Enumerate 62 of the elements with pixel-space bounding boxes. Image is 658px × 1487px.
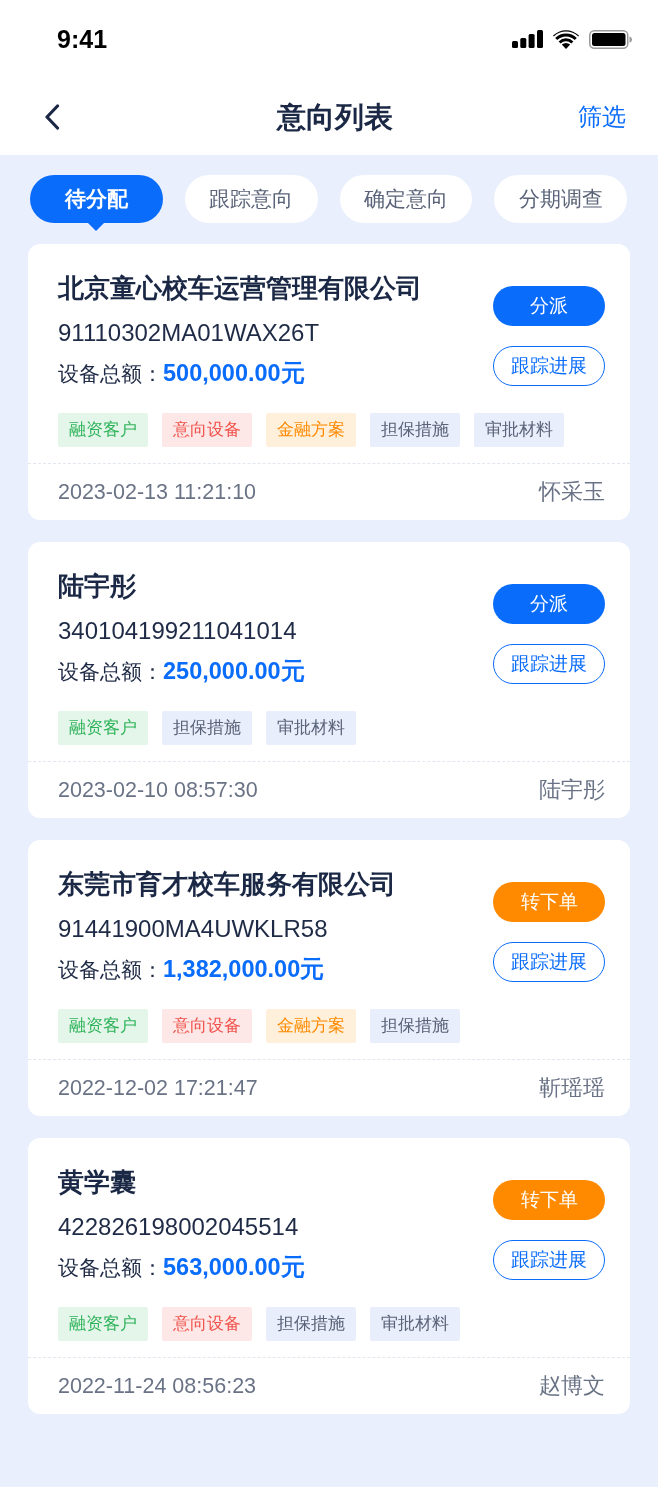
person-name: 怀采玉 — [539, 479, 605, 505]
intent-card[interactable]: 陆宇彤 340104199211041014 设备总额：250,000.00元 分派 跟踪进展 融资客户 担保措施 审批材料 2023-02-10 08:57:30 陆宇彤 — [28, 542, 630, 818]
amount-value: 1,382,000.00元 — [163, 955, 325, 984]
tag: 融资客户 — [58, 413, 148, 447]
date-time: 2022-11-24 08:56:23 — [58, 1373, 257, 1399]
amount-label: 设备总额： — [58, 659, 163, 685]
track-progress-button[interactable]: 跟踪进展 — [493, 346, 605, 386]
signal-icon — [512, 30, 543, 48]
intent-card[interactable]: 东莞市育才校车服务有限公司 91441900MA4UWKLR58 设备总额：1,382,000.00元 转下单 跟踪进展 融资客户 意向设备 金融方案 担保措施 2022-12-02 17:21:47 靳瑶瑶 — [28, 840, 630, 1116]
track-progress-button[interactable]: 跟踪进展 — [493, 1240, 605, 1280]
id-number: 340104199211041014 — [58, 616, 298, 646]
tag: 意向设备 — [162, 1307, 252, 1341]
date-time: 2022-12-02 17:21:47 — [58, 1075, 258, 1101]
status-time: 9:41 — [57, 24, 108, 54]
tag: 金融方案 — [266, 1009, 356, 1043]
id-number: 91110302MA01WAX26T — [58, 318, 321, 348]
tab[interactable]: 分期调查 — [494, 175, 627, 223]
tag: 审批材料 — [266, 711, 356, 745]
id-number: 422826198002045514 — [58, 1212, 300, 1242]
page-title: 意向列表 — [277, 99, 393, 135]
action-button[interactable]: 分派 — [493, 286, 605, 326]
track-progress-button[interactable]: 跟踪进展 — [493, 942, 605, 982]
tag: 担保措施 — [370, 1009, 460, 1043]
person-name: 靳瑶瑶 — [539, 1075, 605, 1101]
amount-value: 563,000.00元 — [163, 1253, 305, 1282]
id-number: 91441900MA4UWKLR58 — [58, 914, 329, 944]
tag: 意向设备 — [162, 1009, 252, 1043]
tab[interactable]: 跟踪意向 — [184, 175, 318, 223]
battery-icon — [589, 29, 632, 49]
customer-name: 黄学囊 — [58, 1166, 137, 1198]
date-time: 2023-02-13 11:21:10 — [58, 479, 257, 505]
action-button[interactable]: 分派 — [493, 584, 605, 624]
tab-pointer-icon — [88, 223, 104, 231]
person-name: 陆宇彤 — [539, 777, 605, 803]
track-progress-button[interactable]: 跟踪进展 — [493, 644, 605, 684]
tag: 审批材料 — [474, 413, 564, 447]
back-icon[interactable] — [44, 103, 60, 130]
tag: 担保措施 — [162, 711, 252, 745]
tag: 担保措施 — [370, 413, 460, 447]
intent-card[interactable]: 黄学囊 422826198002045514 设备总额：563,000.00元 转下单 跟踪进展 融资客户 意向设备 担保措施 审批材料 2022-11-24 08:56:23 赵博文 — [28, 1138, 630, 1414]
amount-label: 设备总额： — [58, 361, 163, 387]
customer-name: 陆宇彤 — [58, 570, 137, 602]
tab[interactable]: 确定意向 — [339, 175, 473, 223]
intent-card[interactable]: 北京童心校车运营管理有限公司 91110302MA01WAX26T 设备总额：500,000.00元 分派 跟踪进展 融资客户 意向设备 金融方案 担保措施 审批材料 2023-02-13 11:21:10 怀采玉 — [28, 244, 630, 520]
tag: 审批材料 — [370, 1307, 460, 1341]
date-time: 2023-02-10 08:57:30 — [58, 777, 258, 803]
tag: 金融方案 — [266, 413, 356, 447]
tag: 融资客户 — [58, 711, 148, 745]
filter-link[interactable]: 筛选 — [578, 101, 626, 132]
customer-name: 北京童心校车运营管理有限公司 — [58, 272, 422, 304]
tab[interactable]: 待分配 — [30, 175, 163, 223]
wifi-icon — [553, 29, 579, 49]
amount-label: 设备总额： — [58, 1255, 163, 1281]
person-name: 赵博文 — [539, 1373, 605, 1399]
amount-value: 250,000.00元 — [163, 657, 305, 686]
amount-label: 设备总额： — [58, 957, 163, 983]
tag: 融资客户 — [58, 1307, 148, 1341]
tag: 担保措施 — [266, 1307, 356, 1341]
tag: 意向设备 — [162, 413, 252, 447]
customer-name: 东莞市育才校车服务有限公司 — [58, 868, 396, 900]
tag: 融资客户 — [58, 1009, 148, 1043]
amount-value: 500,000.00元 — [163, 359, 305, 388]
